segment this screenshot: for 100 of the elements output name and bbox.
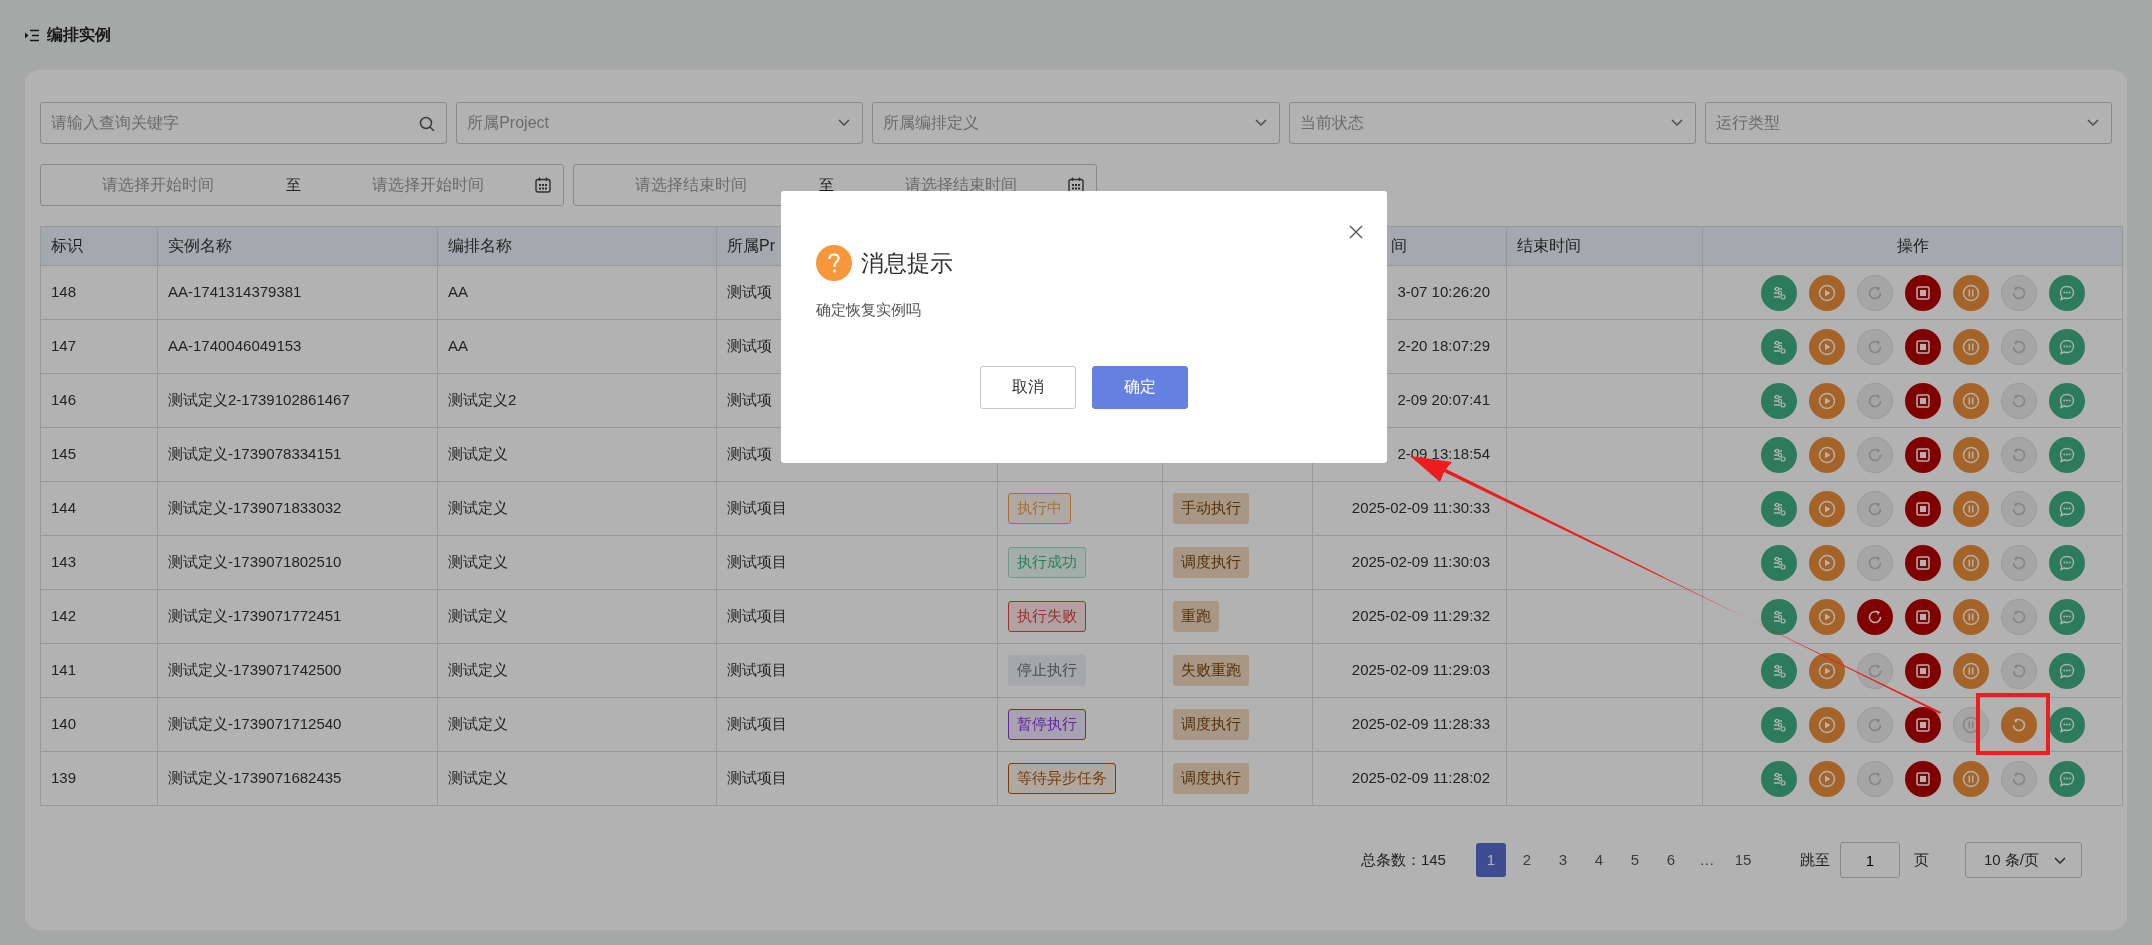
undo-button[interactable] [2000, 706, 2037, 743]
chat-bubble-button[interactable] [2048, 328, 2085, 365]
page-number-input[interactable]: 1 [1839, 842, 1900, 878]
play-button[interactable] [1808, 490, 1845, 527]
dropdown-field[interactable]: 运行类型 [1704, 102, 2112, 144]
flow-settings-button[interactable] [1760, 544, 1797, 581]
table-cell: 测试定义 [437, 697, 717, 752]
pause-icon [1960, 444, 1981, 465]
play-button[interactable] [1808, 706, 1845, 743]
stop-button[interactable] [1904, 598, 1941, 635]
search-icon[interactable] [419, 116, 436, 132]
play-icon [1816, 498, 1837, 519]
table-cell: 测试定义 [437, 481, 717, 536]
stop-button[interactable] [1904, 652, 1941, 689]
stop-button[interactable] [1904, 274, 1941, 311]
stop-button[interactable] [1904, 328, 1941, 365]
start-date-input[interactable]: 请选择结束时间 [584, 172, 799, 198]
page-button[interactable]: … [1691, 843, 1722, 877]
page-button[interactable]: 15 [1727, 843, 1758, 877]
confirm-button[interactable]: 确定 [1092, 365, 1188, 409]
chat-bubble-button[interactable] [2048, 706, 2085, 743]
search-field[interactable]: 请输入查询关键字 [40, 102, 448, 144]
stop-button[interactable] [1904, 382, 1941, 419]
table-cell: 测试定义 [437, 535, 717, 590]
page-button[interactable]: 1 [1475, 843, 1506, 877]
table-cell: AA-1741314379381 [157, 265, 438, 320]
calendar-icon[interactable] [1068, 177, 1084, 193]
stop-button[interactable] [1904, 490, 1941, 527]
table-cell: 测试项目 [716, 697, 998, 752]
play-button[interactable] [1808, 598, 1845, 635]
table-cell: 测试项目 [716, 481, 998, 536]
pause-button[interactable] [1952, 328, 1989, 365]
chat-bubble-button[interactable] [2048, 544, 2085, 581]
table-cell: 测试定义2 [437, 373, 717, 428]
flow-settings-button[interactable] [1760, 490, 1797, 527]
menu-fold-icon[interactable] [25, 28, 39, 42]
chat-bubble-button[interactable] [2048, 598, 2085, 635]
cancel-button[interactable]: 取消 [980, 365, 1076, 409]
play-button[interactable] [1808, 760, 1845, 797]
page-button[interactable]: 4 [1583, 843, 1614, 877]
flow-settings-button[interactable] [1760, 436, 1797, 473]
run-type-tag: 失败重跑 [1173, 655, 1249, 686]
chat-bubble-button[interactable] [2048, 760, 2085, 797]
table-cell: 测试项目 [716, 589, 998, 644]
chat-bubble-button[interactable] [2048, 436, 2085, 473]
pause-button[interactable] [1952, 490, 1989, 527]
stop-button[interactable] [1904, 760, 1941, 797]
play-button[interactable] [1808, 382, 1845, 419]
page-button[interactable]: 5 [1619, 843, 1650, 877]
stop-button[interactable] [1904, 544, 1941, 581]
chat-bubble-button[interactable] [2048, 274, 2085, 311]
flow-settings-button[interactable] [1760, 706, 1797, 743]
flow-settings-button[interactable] [1760, 382, 1797, 419]
table-cell: 测试定义-1739071682435 [157, 751, 438, 806]
calendar-icon[interactable] [535, 177, 551, 193]
chat-bubble-button[interactable] [2048, 382, 2085, 419]
end-date-input[interactable]: 请选择开始时间 [320, 172, 535, 198]
run-type-tag: 手动执行 [1173, 493, 1249, 524]
table-cell: 2025-02-09 11:29:03 [1312, 643, 1507, 698]
status-tag: 停止执行 [1008, 655, 1086, 686]
pause-button[interactable] [1952, 652, 1989, 689]
chat-bubble-button[interactable] [2048, 490, 2085, 527]
play-button[interactable] [1808, 544, 1845, 581]
table-cell: 测试定义 [437, 427, 717, 482]
play-icon [1816, 390, 1837, 411]
start-date-input[interactable]: 请选择开始时间 [51, 172, 266, 198]
page-button[interactable]: 2 [1511, 843, 1542, 877]
chat-bubble-button[interactable] [2048, 652, 2085, 689]
flow-settings-button[interactable] [1760, 274, 1797, 311]
stop-button[interactable] [1904, 436, 1941, 473]
play-button[interactable] [1808, 652, 1845, 689]
date-range-field[interactable]: 请选择开始时间 至 请选择开始时间 [40, 164, 564, 206]
pause-button[interactable] [1952, 382, 1989, 419]
dropdown-field[interactable]: 所属编排定义 [872, 102, 1280, 144]
play-button[interactable] [1808, 274, 1845, 311]
table-cell: 测试项目 [716, 643, 998, 698]
flow-settings-button[interactable] [1760, 598, 1797, 635]
dropdown-field[interactable]: 当前状态 [1288, 102, 1696, 144]
play-button[interactable] [1808, 436, 1845, 473]
rerun-button[interactable] [1856, 598, 1893, 635]
table-cell: 测试定义 [437, 589, 717, 644]
page-button[interactable]: 6 [1655, 843, 1686, 877]
status-tag: 等待异步任务 [1008, 763, 1116, 794]
pause-button[interactable] [1952, 760, 1989, 797]
close-icon [1349, 225, 1363, 239]
dropdown-field[interactable]: 所属Project [456, 102, 864, 144]
play-button[interactable] [1808, 328, 1845, 365]
stop-button[interactable] [1904, 706, 1941, 743]
page-size-dropdown[interactable]: 10 条/页 [1964, 842, 2082, 878]
range-separator: 至 [284, 174, 302, 195]
pause-button[interactable] [1952, 598, 1989, 635]
flow-settings-button[interactable] [1760, 328, 1797, 365]
pause-button[interactable] [1952, 274, 1989, 311]
pause-button[interactable] [1952, 544, 1989, 581]
flow-settings-button[interactable] [1760, 652, 1797, 689]
page-button[interactable]: 3 [1547, 843, 1578, 877]
play-icon [1816, 336, 1837, 357]
pause-button[interactable] [1952, 436, 1989, 473]
pause-icon [1960, 606, 1981, 627]
flow-settings-button[interactable] [1760, 760, 1797, 797]
